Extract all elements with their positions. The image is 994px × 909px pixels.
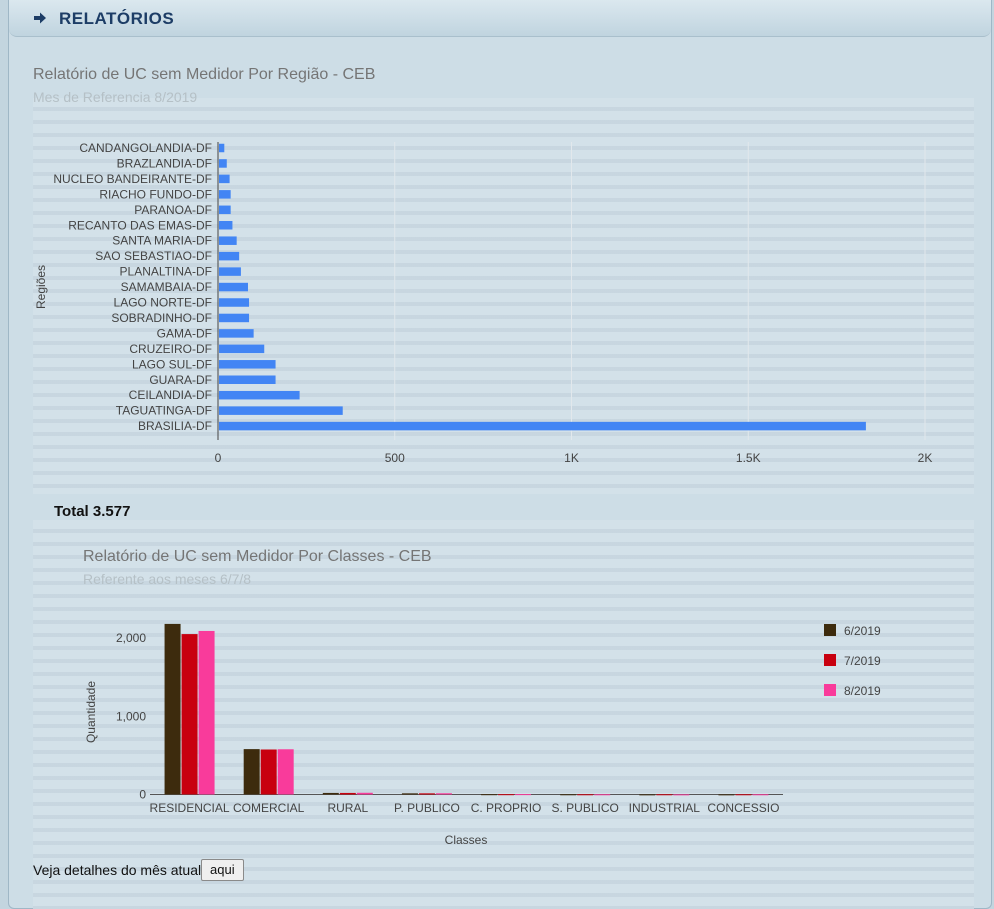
class-chart-subtitle: Referente aos meses 6/7/8 <box>83 571 252 587</box>
reports-header: RELATÓRIOS <box>9 0 991 37</box>
region-chart-title: Relatório de UC sem Medidor Por Região -… <box>33 66 376 83</box>
arrow-right-icon <box>34 12 46 24</box>
details-button[interactable]: aqui <box>201 859 244 881</box>
region-chart-subtitle: Mes de Referencia 8/2019 <box>33 89 198 105</box>
section-title: RELATÓRIOS <box>59 9 175 28</box>
total-count: Total 3.577 <box>54 503 131 520</box>
class-chart-title: Relatório de UC sem Medidor Por Classes … <box>83 548 432 565</box>
details-text: Veja detalhes do mês atual <box>33 862 202 878</box>
region-chart <box>33 98 974 494</box>
